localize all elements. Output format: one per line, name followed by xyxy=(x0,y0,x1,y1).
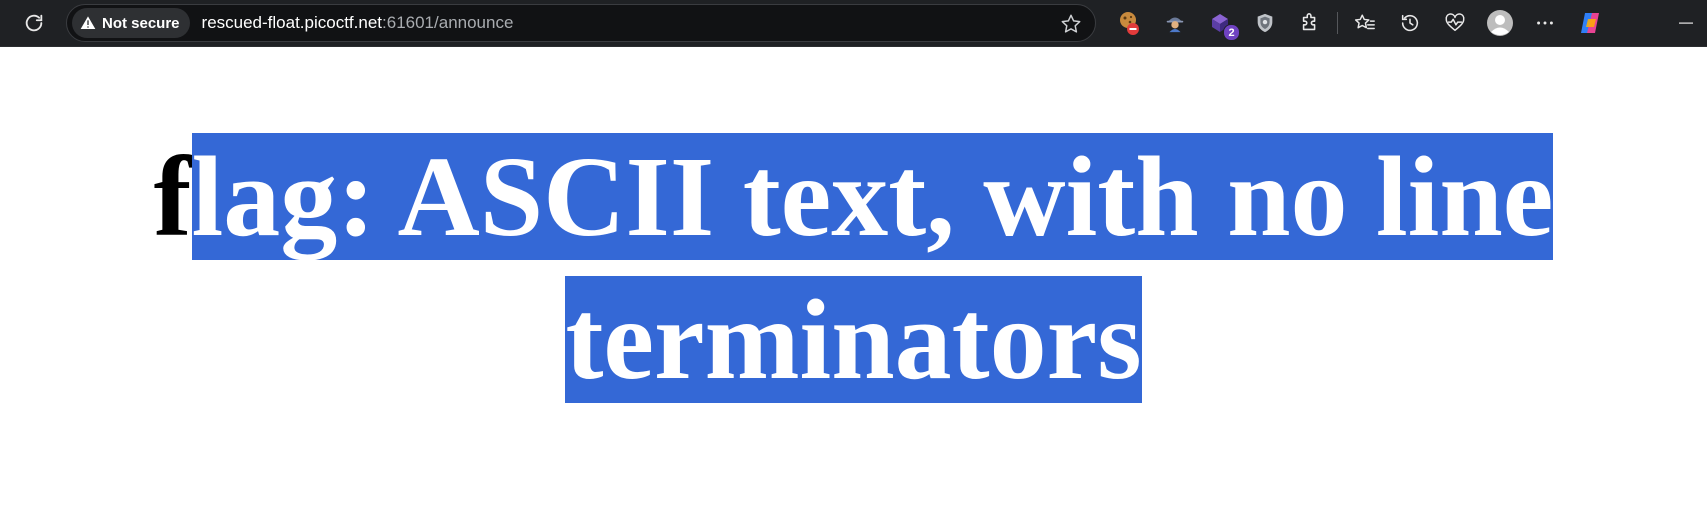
shield-extension-button[interactable] xyxy=(1247,5,1283,41)
url-text[interactable]: rescued-float.picoctf.net:61601/announce xyxy=(202,13,514,33)
history-button[interactable] xyxy=(1392,5,1428,41)
extensions-button[interactable] xyxy=(1292,5,1328,41)
toolbar-icons: 2 xyxy=(1112,4,1608,42)
cookie-extension-button[interactable] xyxy=(1112,5,1148,41)
warning-icon xyxy=(80,16,96,29)
more-icon xyxy=(1537,21,1553,25)
add-favorite-button[interactable] xyxy=(1057,10,1085,38)
extension-badge: 2 xyxy=(1223,24,1240,41)
puzzle-icon xyxy=(1302,13,1316,31)
selected-heading-text: lag: ASCII text, with no line terminator… xyxy=(191,133,1554,403)
minimize-icon xyxy=(1679,22,1693,24)
address-bar[interactable]: Not secure rescued-float.picoctf.net:616… xyxy=(66,4,1096,42)
favorites-button[interactable] xyxy=(1347,5,1383,41)
url-host: rescued-float.picoctf.net xyxy=(201,13,383,32)
security-indicator[interactable]: Not secure xyxy=(72,8,190,38)
heartbeat-icon xyxy=(1445,13,1465,32)
history-icon xyxy=(1401,14,1419,32)
minimize-button[interactable] xyxy=(1671,8,1701,38)
star-outline-icon xyxy=(1061,14,1081,33)
browser-essentials-button[interactable] xyxy=(1437,5,1473,41)
browser-toolbar: Not secure rescued-float.picoctf.net:616… xyxy=(0,0,1707,47)
reload-button[interactable] xyxy=(16,5,52,41)
favorites-icon xyxy=(1354,14,1375,30)
spy-extension-icon xyxy=(1166,17,1184,33)
more-button[interactable] xyxy=(1527,5,1563,41)
copilot-button[interactable] xyxy=(1572,5,1608,41)
profile-avatar-icon xyxy=(1487,10,1513,36)
security-label: Not secure xyxy=(102,14,180,32)
toolbar-divider xyxy=(1337,12,1338,34)
page-content: flag: ASCII text, with no line terminato… xyxy=(0,47,1707,505)
purple-extension-button[interactable]: 2 xyxy=(1202,5,1240,41)
announcement-heading: flag: ASCII text, with no line terminato… xyxy=(0,125,1707,411)
copilot-icon xyxy=(1581,13,1599,33)
profile-button[interactable] xyxy=(1482,5,1518,41)
shield-extension-icon xyxy=(1257,13,1273,33)
reload-icon xyxy=(25,14,43,32)
heading-first-char: f xyxy=(153,133,192,260)
cookie-extension-icon xyxy=(1120,12,1139,35)
spy-extension-button[interactable] xyxy=(1157,5,1193,41)
url-path: :61601/announce xyxy=(382,13,514,32)
